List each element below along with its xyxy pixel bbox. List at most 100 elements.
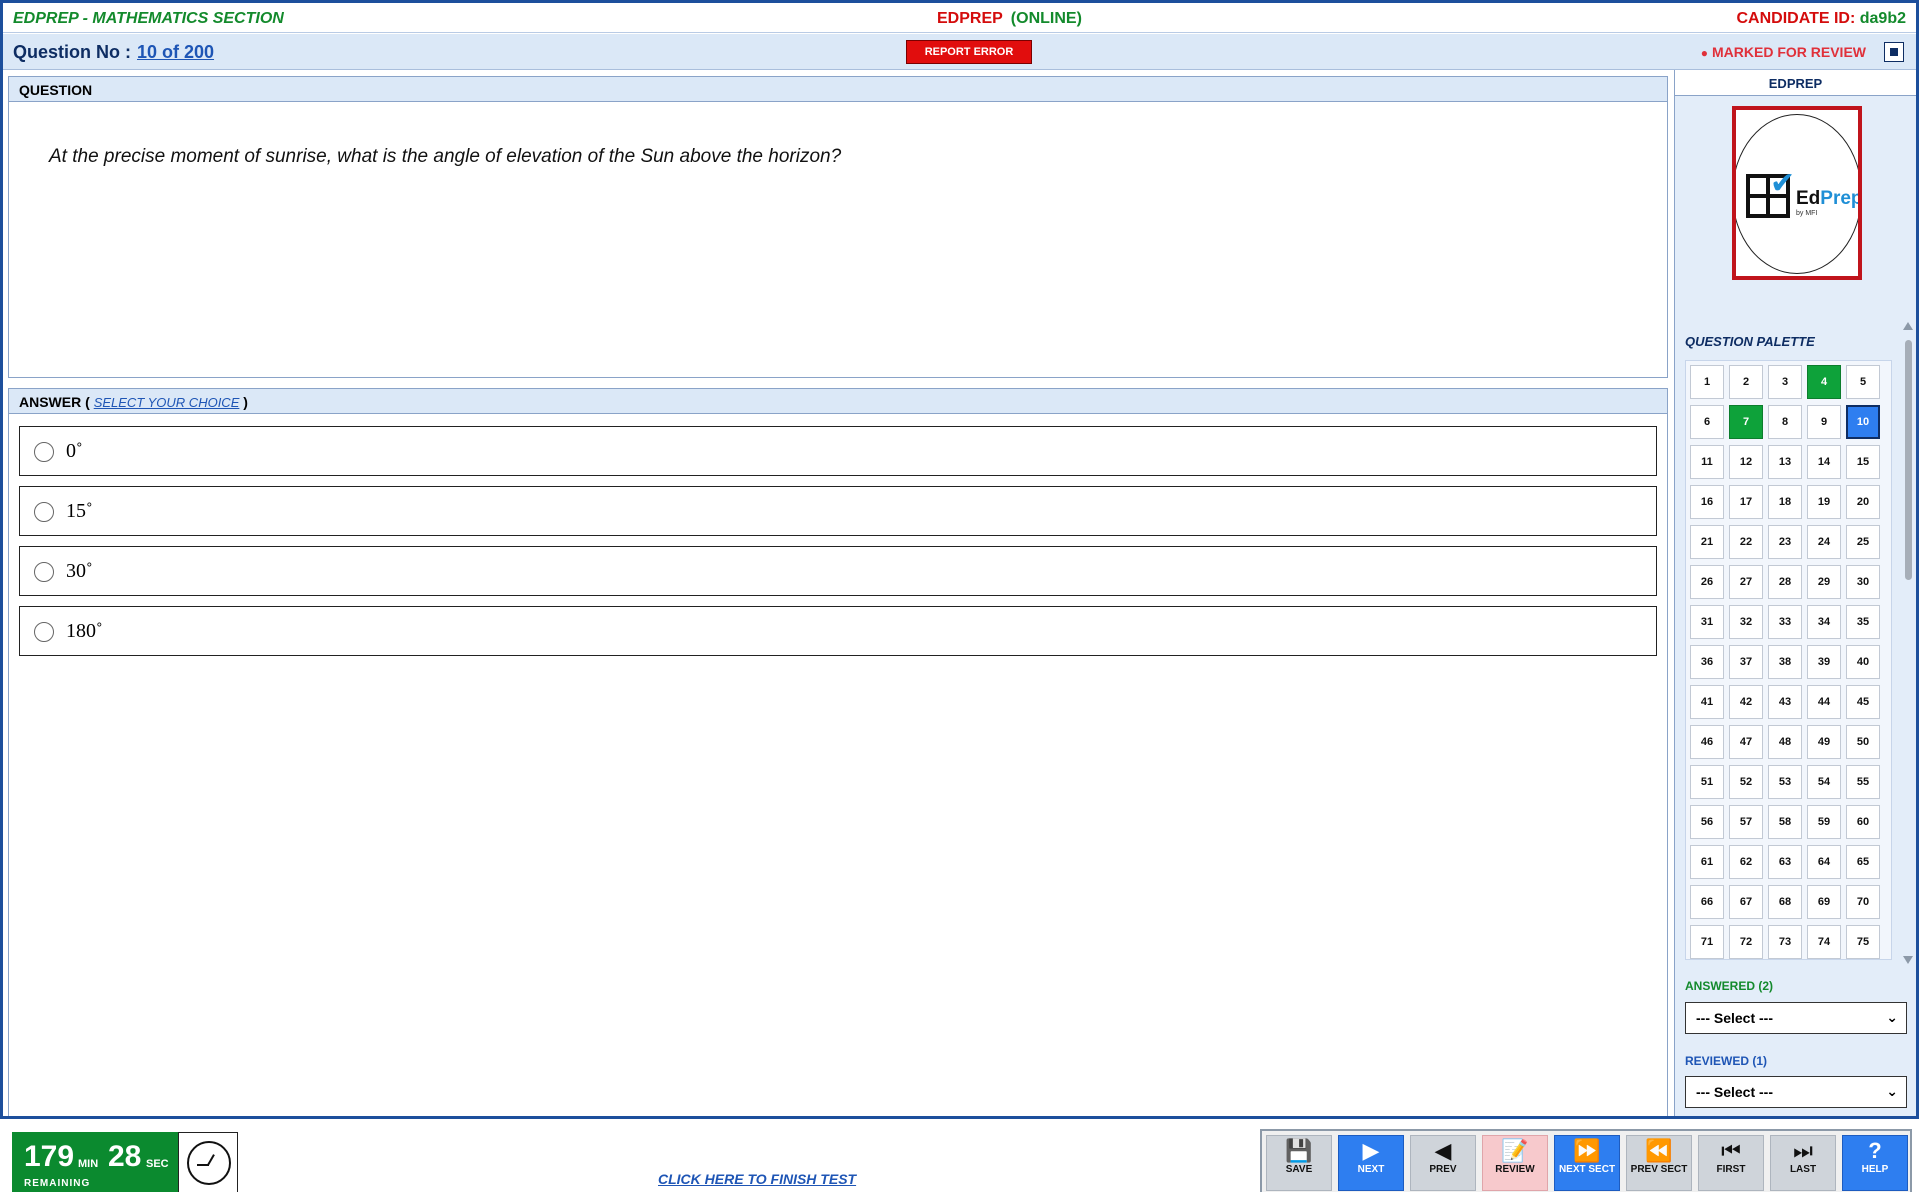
palette-cell-1[interactable]: 1 xyxy=(1690,365,1724,399)
palette-cell-75[interactable]: 75 xyxy=(1846,925,1880,959)
last-button[interactable]: ⏭ LAST xyxy=(1770,1135,1836,1191)
palette-cell-59[interactable]: 59 xyxy=(1807,805,1841,839)
palette-cell-69[interactable]: 69 xyxy=(1807,885,1841,919)
next-section-button[interactable]: ⏩ NEXT SECT xyxy=(1554,1135,1620,1191)
palette-cell-32[interactable]: 32 xyxy=(1729,605,1763,639)
palette-cell-37[interactable]: 37 xyxy=(1729,645,1763,679)
answer-option[interactable]: 15˚ xyxy=(19,486,1657,536)
palette-cell-31[interactable]: 31 xyxy=(1690,605,1724,639)
next-button[interactable]: ▶ NEXT xyxy=(1338,1135,1404,1191)
palette-cell-65[interactable]: 65 xyxy=(1846,845,1880,879)
palette-cell-30[interactable]: 30 xyxy=(1846,565,1880,599)
palette-cell-44[interactable]: 44 xyxy=(1807,685,1841,719)
palette-cell-10[interactable]: 10 xyxy=(1846,405,1880,439)
palette-cell-54[interactable]: 54 xyxy=(1807,765,1841,799)
palette-cell-34[interactable]: 34 xyxy=(1807,605,1841,639)
palette-cell-45[interactable]: 45 xyxy=(1846,685,1880,719)
palette-cell-36[interactable]: 36 xyxy=(1690,645,1724,679)
palette-scrollbar[interactable] xyxy=(1901,318,1915,968)
palette-cell-21[interactable]: 21 xyxy=(1690,525,1724,559)
review-button[interactable]: 📝 REVIEW xyxy=(1482,1135,1548,1191)
answer-option[interactable]: 180˚ xyxy=(19,606,1657,656)
palette-cell-71[interactable]: 71 xyxy=(1690,925,1724,959)
palette-cell-62[interactable]: 62 xyxy=(1729,845,1763,879)
palette-cell-40[interactable]: 40 xyxy=(1846,645,1880,679)
palette-cell-9[interactable]: 9 xyxy=(1807,405,1841,439)
marked-for-review[interactable]: ● MARKED FOR REVIEW xyxy=(1701,44,1866,60)
palette-cell-52[interactable]: 52 xyxy=(1729,765,1763,799)
scroll-down-icon[interactable] xyxy=(1903,956,1913,964)
palette-cell-42[interactable]: 42 xyxy=(1729,685,1763,719)
prev-button[interactable]: ◀ PREV xyxy=(1410,1135,1476,1191)
palette-cell-29[interactable]: 29 xyxy=(1807,565,1841,599)
answered-select[interactable]: --- Select --- ⌄ xyxy=(1685,1002,1907,1034)
palette-cell-2[interactable]: 2 xyxy=(1729,365,1763,399)
palette-cell-16[interactable]: 16 xyxy=(1690,485,1724,519)
palette-cell-18[interactable]: 18 xyxy=(1768,485,1802,519)
palette-cell-22[interactable]: 22 xyxy=(1729,525,1763,559)
palette-cell-49[interactable]: 49 xyxy=(1807,725,1841,759)
palette-cell-53[interactable]: 53 xyxy=(1768,765,1802,799)
radio-button[interactable] xyxy=(34,562,54,582)
scroll-up-icon[interactable] xyxy=(1903,322,1913,330)
palette-cell-70[interactable]: 70 xyxy=(1846,885,1880,919)
radio-button[interactable] xyxy=(34,502,54,522)
palette-cell-13[interactable]: 13 xyxy=(1768,445,1802,479)
question-number-value[interactable]: 10 of 200 xyxy=(137,42,214,62)
expand-icon[interactable] xyxy=(1884,42,1904,62)
palette-cell-58[interactable]: 58 xyxy=(1768,805,1802,839)
palette-cell-8[interactable]: 8 xyxy=(1768,405,1802,439)
palette-cell-28[interactable]: 28 xyxy=(1768,565,1802,599)
palette-cell-66[interactable]: 66 xyxy=(1690,885,1724,919)
palette-cell-38[interactable]: 38 xyxy=(1768,645,1802,679)
report-error-button[interactable]: REPORT ERROR xyxy=(906,40,1032,64)
palette-cell-50[interactable]: 50 xyxy=(1846,725,1880,759)
prev-section-button[interactable]: ⏪ PREV SECT xyxy=(1626,1135,1692,1191)
palette-cell-27[interactable]: 27 xyxy=(1729,565,1763,599)
palette-cell-4[interactable]: 4 xyxy=(1807,365,1841,399)
palette-cell-63[interactable]: 63 xyxy=(1768,845,1802,879)
save-button[interactable]: 💾 SAVE xyxy=(1266,1135,1332,1191)
palette-cell-15[interactable]: 15 xyxy=(1846,445,1880,479)
palette-cell-68[interactable]: 68 xyxy=(1768,885,1802,919)
palette-cell-11[interactable]: 11 xyxy=(1690,445,1724,479)
palette-cell-47[interactable]: 47 xyxy=(1729,725,1763,759)
palette-cell-56[interactable]: 56 xyxy=(1690,805,1724,839)
palette-cell-24[interactable]: 24 xyxy=(1807,525,1841,559)
palette-cell-64[interactable]: 64 xyxy=(1807,845,1841,879)
palette-cell-61[interactable]: 61 xyxy=(1690,845,1724,879)
palette-cell-7[interactable]: 7 xyxy=(1729,405,1763,439)
palette-cell-43[interactable]: 43 xyxy=(1768,685,1802,719)
palette-cell-20[interactable]: 20 xyxy=(1846,485,1880,519)
palette-cell-57[interactable]: 57 xyxy=(1729,805,1763,839)
palette-cell-5[interactable]: 5 xyxy=(1846,365,1880,399)
palette-cell-19[interactable]: 19 xyxy=(1807,485,1841,519)
scroll-thumb[interactable] xyxy=(1905,340,1912,580)
palette-cell-74[interactable]: 74 xyxy=(1807,925,1841,959)
palette-cell-67[interactable]: 67 xyxy=(1729,885,1763,919)
radio-button[interactable] xyxy=(34,622,54,642)
answer-option[interactable]: 30˚ xyxy=(19,546,1657,596)
palette-cell-73[interactable]: 73 xyxy=(1768,925,1802,959)
palette-cell-14[interactable]: 14 xyxy=(1807,445,1841,479)
palette-cell-3[interactable]: 3 xyxy=(1768,365,1802,399)
palette-cell-12[interactable]: 12 xyxy=(1729,445,1763,479)
radio-button[interactable] xyxy=(34,442,54,462)
palette-cell-25[interactable]: 25 xyxy=(1846,525,1880,559)
answer-option[interactable]: 0˚ xyxy=(19,426,1657,476)
reviewed-select[interactable]: --- Select --- ⌄ xyxy=(1685,1076,1907,1108)
palette-cell-60[interactable]: 60 xyxy=(1846,805,1880,839)
first-button[interactable]: ⏮ FIRST xyxy=(1698,1135,1764,1191)
palette-cell-23[interactable]: 23 xyxy=(1768,525,1802,559)
palette-cell-17[interactable]: 17 xyxy=(1729,485,1763,519)
finish-test-link[interactable]: CLICK HERE TO FINISH TEST xyxy=(658,1171,856,1187)
palette-cell-72[interactable]: 72 xyxy=(1729,925,1763,959)
palette-cell-41[interactable]: 41 xyxy=(1690,685,1724,719)
help-button[interactable]: ? HELP xyxy=(1842,1135,1908,1191)
palette-cell-51[interactable]: 51 xyxy=(1690,765,1724,799)
palette-cell-26[interactable]: 26 xyxy=(1690,565,1724,599)
palette-cell-46[interactable]: 46 xyxy=(1690,725,1724,759)
palette-cell-33[interactable]: 33 xyxy=(1768,605,1802,639)
palette-cell-35[interactable]: 35 xyxy=(1846,605,1880,639)
palette-cell-48[interactable]: 48 xyxy=(1768,725,1802,759)
